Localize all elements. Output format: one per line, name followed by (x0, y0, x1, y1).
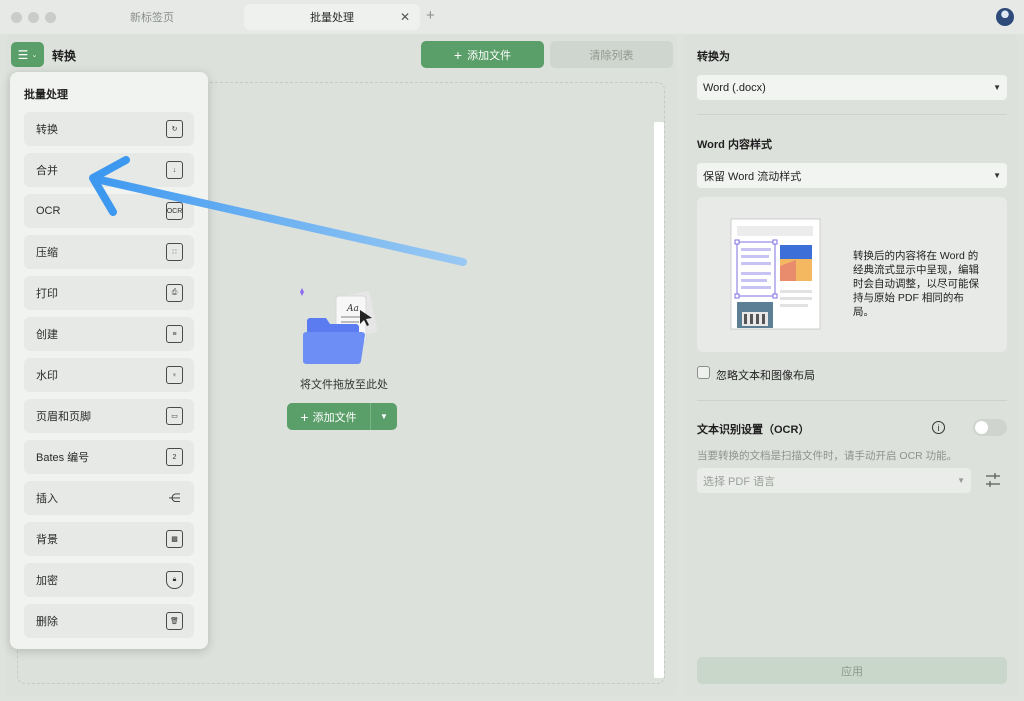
convert-to-label: 转换为 (697, 51, 730, 63)
sliders-icon[interactable] (985, 472, 1001, 488)
divider (697, 400, 1007, 401)
convert-to-select[interactable]: Word (.docx) ▼ (697, 75, 1007, 100)
word-style-select[interactable]: 保留 Word 流动样式 ▼ (697, 163, 1007, 188)
ocr-label: 文本识别设置（OCR） (697, 424, 810, 436)
word-style-value: 保留 Word 流动样式 (703, 170, 802, 183)
word-style-label: Word 内容样式 (697, 139, 772, 151)
apply-button[interactable]: 应用 (697, 657, 1007, 684)
caret-down-icon: ▼ (993, 171, 1001, 180)
ignore-layout-label: 忽略文本和图像布局 (716, 370, 815, 382)
ocr-hint: 当要转换的文档是扫描文件时，请手动开启 OCR 功能。 (697, 450, 958, 462)
convert-to-value: Word (.docx) (703, 81, 766, 94)
preview-description: 转换后的内容将在 Word 的经典流式显示中呈现，编辑时会自动调整，以尽可能保持… (853, 250, 979, 318)
ocr-language-placeholder: 选择 PDF 语言 (703, 475, 776, 488)
info-icon[interactable]: i (932, 421, 945, 434)
ignore-layout-checkbox[interactable] (697, 366, 710, 379)
divider (697, 114, 1007, 115)
right-panel (684, 34, 1018, 696)
ocr-language-select[interactable]: 选择 PDF 语言 ▼ (697, 468, 971, 493)
apply-label: 应用 (841, 665, 863, 678)
document-preview-icon (730, 218, 821, 330)
caret-down-icon: ▼ (957, 476, 965, 485)
caret-down-icon: ▼ (993, 83, 1001, 92)
ocr-toggle[interactable] (973, 419, 1007, 436)
